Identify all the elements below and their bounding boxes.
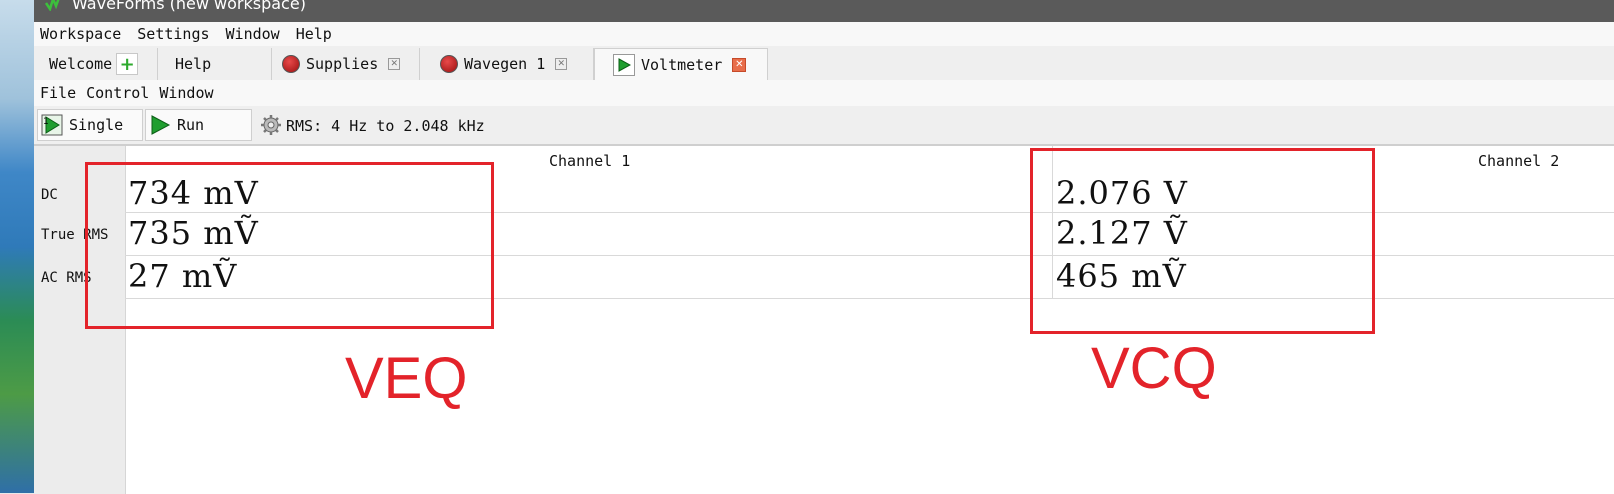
- close-icon[interactable]: ✕: [388, 58, 401, 70]
- instrument-toolbar: 1 Single Run RMS: 4 Hz to 2.048 kHz: [34, 106, 1614, 145]
- annotation-label-left: VEQ: [345, 346, 468, 411]
- app-window: WaveForms (new workspace) Workspace Sett…: [34, 0, 1614, 494]
- window-title: WaveForms (new workspace): [72, 0, 306, 13]
- single-button[interactable]: 1 Single: [37, 109, 143, 141]
- close-icon[interactable]: ✕: [732, 58, 747, 72]
- stop-icon: [440, 55, 458, 73]
- menu-window-sub[interactable]: Window: [159, 84, 213, 102]
- tab-welcome-label: Welcome: [49, 55, 113, 73]
- tab-welcome[interactable]: Welcome +: [34, 48, 158, 80]
- tab-bar: Welcome + Help Supplies ✕ Wavegen 1 ✕ Vo…: [34, 46, 1614, 81]
- rms-range-text[interactable]: RMS: 4 Hz to 2.048 kHz: [286, 117, 485, 135]
- play-icon: [151, 115, 171, 135]
- stop-icon: [282, 55, 300, 73]
- tab-voltmeter[interactable]: Voltmeter ✕: [594, 48, 768, 81]
- tab-wavegen[interactable]: Wavegen 1 ✕: [430, 48, 594, 80]
- tab-voltmeter-label: Voltmeter: [641, 56, 723, 74]
- single-icon: 1: [41, 114, 63, 136]
- menu-help[interactable]: Help: [296, 25, 332, 43]
- main-menubar: Workspace Settings Window Help: [34, 22, 1614, 46]
- menu-window[interactable]: Window: [226, 25, 280, 43]
- annotation-label-right: VCQ: [1091, 336, 1217, 401]
- play-icon: [613, 54, 635, 76]
- single-label: Single: [69, 116, 124, 134]
- tab-help-label: Help: [175, 55, 212, 73]
- desktop-background: [0, 0, 34, 493]
- tab-supplies[interactable]: Supplies ✕: [272, 48, 420, 80]
- menu-settings[interactable]: Settings: [137, 25, 209, 43]
- close-icon[interactable]: ✕: [555, 58, 568, 70]
- menu-workspace[interactable]: Workspace: [40, 25, 121, 43]
- instrument-menubar: File Control Window: [34, 80, 1614, 106]
- row-label-ac-rms: AC RMS: [41, 270, 92, 286]
- annotation-box-left: [85, 162, 494, 329]
- svg-text:1: 1: [43, 117, 49, 127]
- menu-control[interactable]: Control: [86, 84, 149, 102]
- tab-supplies-label: Supplies: [306, 55, 379, 73]
- plus-icon[interactable]: +: [116, 53, 139, 75]
- waveforms-logo-icon: [44, 0, 60, 11]
- gear-icon[interactable]: [260, 114, 282, 136]
- run-button[interactable]: Run: [145, 109, 252, 141]
- annotation-box-right: [1030, 148, 1375, 334]
- row-label-dc: DC: [41, 187, 58, 203]
- menu-file[interactable]: File: [40, 84, 76, 102]
- run-label: Run: [177, 116, 205, 134]
- title-bar: WaveForms (new workspace): [34, 0, 1614, 22]
- channel1-header: Channel 1: [549, 152, 631, 170]
- tab-help[interactable]: Help: [158, 48, 272, 80]
- tab-wavegen-label: Wavegen 1: [464, 55, 546, 73]
- channel2-header: Channel 2: [1478, 152, 1560, 170]
